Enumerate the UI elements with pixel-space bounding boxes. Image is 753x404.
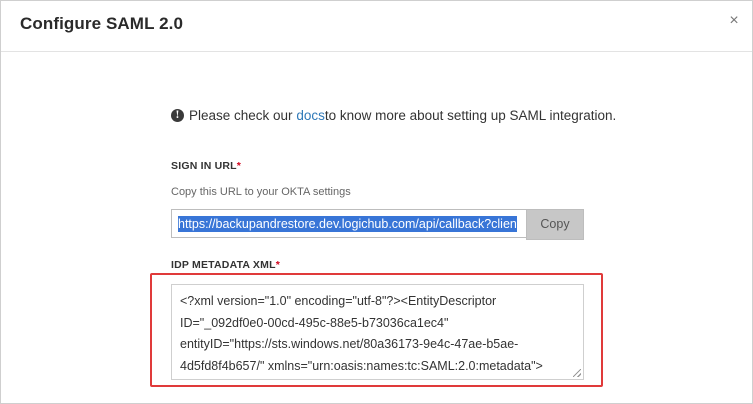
xml-line: 4d5fd8f4b657/" xmlns="urn:oasis:names:tc… [180,358,543,373]
required-marker: * [236,160,242,172]
resize-handle-icon[interactable] [573,369,581,377]
sign-in-url-label-text: SIGN IN URL [171,160,237,172]
required-marker: * [275,259,280,271]
idp-metadata-label-text: IDP METADATA XML [171,259,276,271]
xml-line: entityID="https://sts.windows.net/80a361… [180,337,519,351]
dialog-header: Configure SAML 2.0 × [1,1,752,52]
xml-line: ID="_092df0e0-00cd-495c-88e5-b73036ca1ec… [180,315,449,330]
sign-in-url-input[interactable]: https://backupandrestore.dev.logichub.co… [171,209,526,238]
info-message: ! Please check our docs to know more abo… [171,108,616,123]
info-text-after: to know more about setting up SAML integ… [324,108,617,123]
idp-metadata-textarea[interactable]: <?xml version="1.0" encoding="utf-8"?><E… [171,284,584,380]
sign-in-url-group: https://backupandrestore.dev.logichub.co… [171,209,584,240]
docs-link[interactable]: docs [296,108,325,123]
idp-metadata-label: IDP METADATA XML* [171,259,280,271]
close-icon[interactable]: × [724,11,744,31]
copy-button[interactable]: Copy [526,209,584,240]
dialog-title: Configure SAML 2.0 [20,14,184,33]
info-icon: ! [171,109,184,122]
sign-in-url-label: SIGN IN URL* [171,160,241,172]
configure-saml-dialog: Configure SAML 2.0 × ! Please check our … [0,0,753,404]
sign-in-url-hint: Copy this URL to your OKTA settings [171,186,351,198]
info-text-before: Please check our [189,108,293,123]
sign-in-url-value: https://backupandrestore.dev.logichub.co… [178,215,517,232]
xml-line: <?xml version="1.0" encoding="utf-8"?><E… [180,294,497,308]
